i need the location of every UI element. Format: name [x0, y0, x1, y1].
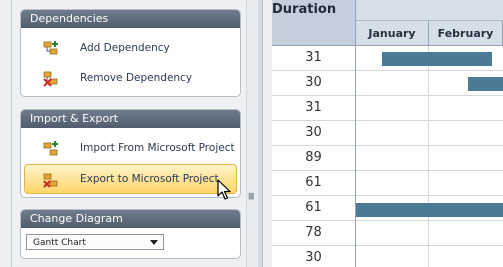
duration-cell: 30	[272, 121, 356, 146]
remove-dependency-button[interactable]: Remove Dependency	[21, 63, 240, 93]
group-title: Dependencies	[21, 10, 240, 28]
task-bar[interactable]	[356, 203, 503, 217]
table-row[interactable]: 61	[272, 171, 503, 196]
import-export-group: Import & Export Import From Microsoft Pr…	[20, 109, 241, 198]
add-dependency-icon	[43, 41, 58, 55]
duration-cell: 31	[272, 96, 356, 121]
duration-cell: 30	[272, 246, 356, 267]
duration-header-label: Duration	[272, 2, 337, 17]
import-project-label: Import From Microsoft Project	[80, 142, 235, 154]
duration-cell: 78	[272, 221, 356, 246]
diagram-type-dropdown[interactable]: Gantt Chart	[26, 234, 164, 250]
remove-dependency-icon	[43, 71, 58, 87]
chevron-down-icon	[150, 240, 158, 245]
group-title: Change Diagram	[21, 210, 240, 228]
export-project-label: Export to Microsoft Project	[80, 173, 219, 185]
add-dependency-button[interactable]: Add Dependency	[21, 33, 240, 63]
export-project-button[interactable]: Export to Microsoft Project	[24, 164, 237, 194]
month-february: February	[429, 21, 503, 46]
table-row[interactable]: 30	[272, 121, 503, 146]
remove-dependency-label: Remove Dependency	[80, 72, 193, 84]
import-project-icon	[43, 141, 58, 156]
table-row[interactable]: 78	[272, 221, 503, 246]
gantt-grid: Duration January February 31 30 31 30 89…	[272, 0, 503, 267]
table-row[interactable]: 89	[272, 146, 503, 171]
table-row[interactable]: 30	[272, 246, 503, 267]
task-bar[interactable]	[382, 52, 492, 66]
change-diagram-group: Change Diagram Gantt Chart	[20, 209, 241, 259]
mouse-cursor-icon	[217, 179, 231, 200]
duration-cell: 31	[272, 46, 356, 71]
diagram-type-value: Gantt Chart	[33, 238, 86, 248]
duration-column-header[interactable]: Duration	[272, 0, 356, 46]
export-project-icon	[43, 173, 58, 188]
month-january: January	[356, 21, 429, 46]
splitter[interactable]	[258, 0, 263, 267]
import-project-button[interactable]: Import From Microsoft Project	[21, 133, 240, 163]
duration-cell: 61	[272, 196, 356, 221]
scrollbar-grip-icon: ▬ ▬ ▬	[248, 190, 255, 202]
dependencies-group: Dependencies Add Dependency Remove Depen…	[20, 9, 241, 97]
panel-edge	[11, 0, 12, 267]
timescale-top	[356, 0, 503, 21]
duration-cell: 61	[272, 171, 356, 196]
group-title: Import & Export	[21, 110, 240, 128]
add-dependency-label: Add Dependency	[80, 42, 170, 54]
duration-cell: 30	[272, 71, 356, 96]
duration-cell: 89	[272, 146, 356, 171]
table-row[interactable]: 31	[272, 96, 503, 121]
task-bar[interactable]	[468, 77, 503, 91]
